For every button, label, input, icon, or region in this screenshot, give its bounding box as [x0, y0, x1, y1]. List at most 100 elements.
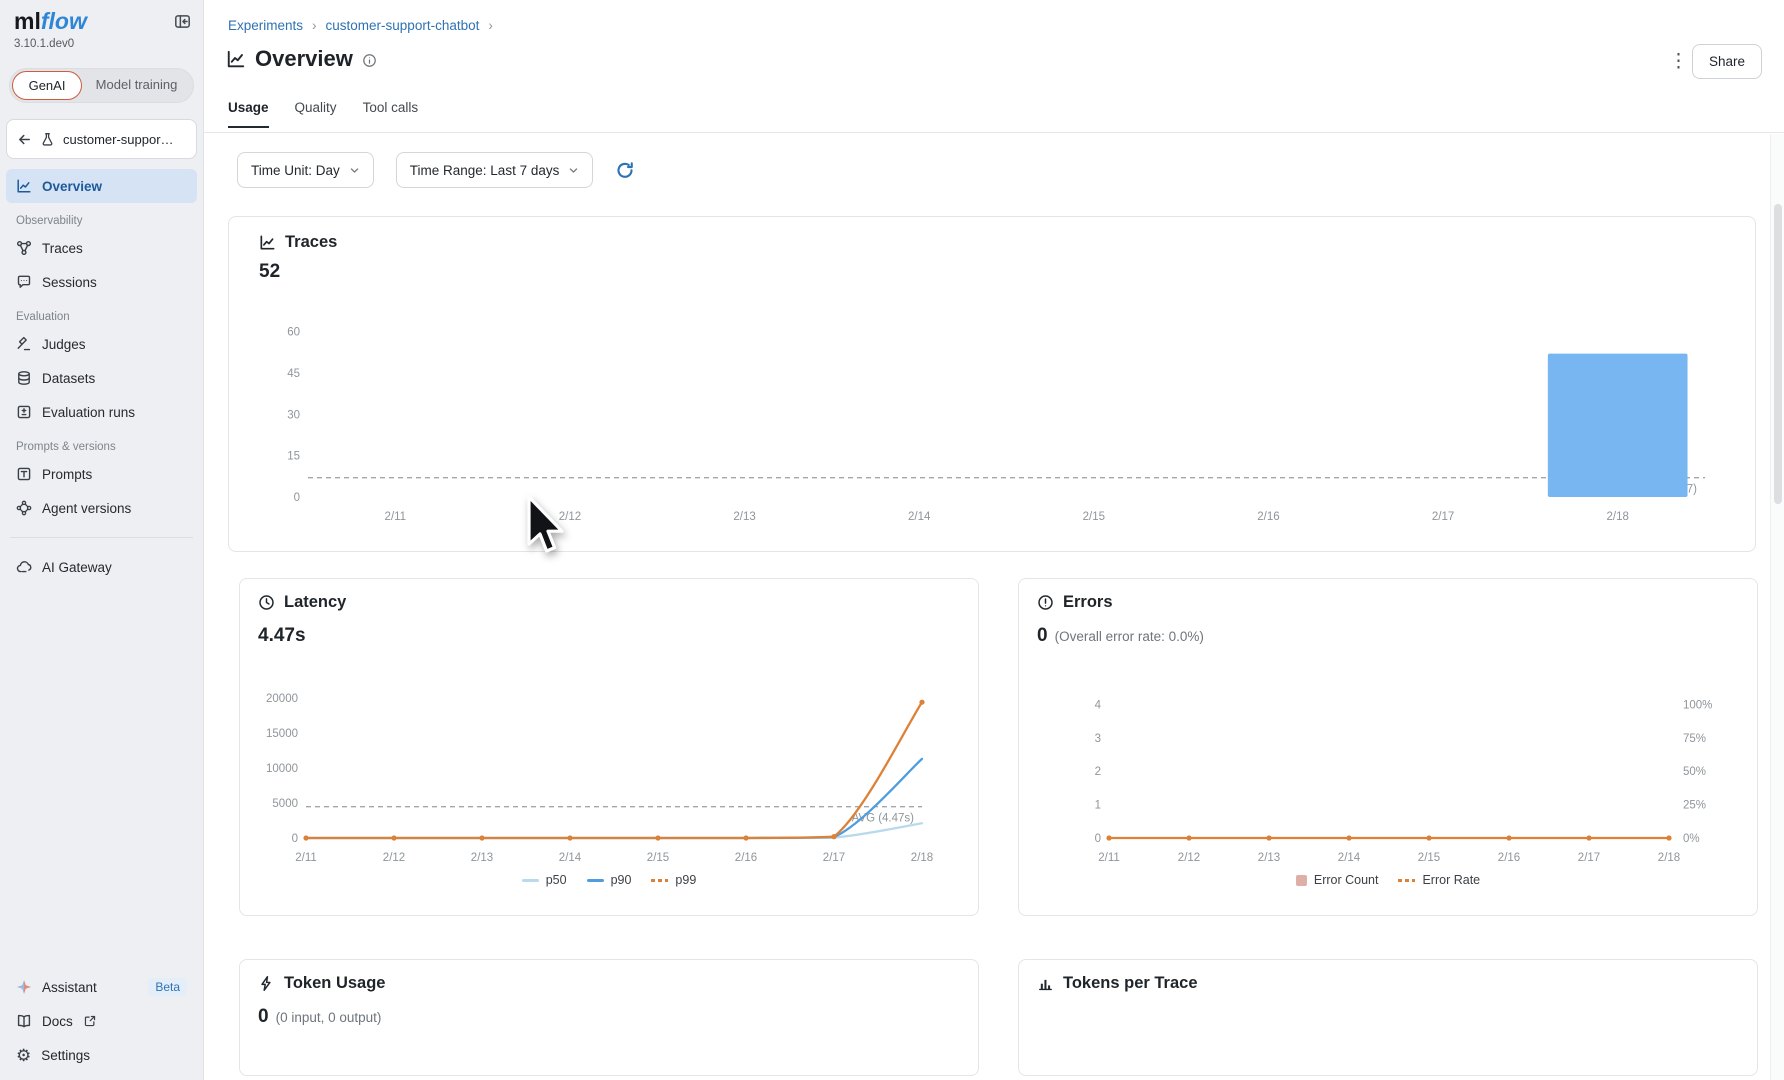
legend-item: Error Count: [1296, 873, 1379, 887]
svg-text:2/12: 2/12: [383, 852, 405, 864]
tokens-per-trace-card: Tokens per Trace: [1018, 959, 1758, 1076]
line-chart-icon: [226, 49, 246, 69]
cloud-gateway-icon: [16, 559, 32, 575]
refresh-button[interactable]: [615, 160, 635, 180]
sidebar-item-label: Judges: [42, 337, 86, 352]
svg-text:2/11: 2/11: [295, 852, 317, 864]
svg-text:0: 0: [1095, 833, 1101, 845]
svg-text:100%: 100%: [1683, 699, 1712, 711]
info-icon[interactable]: [362, 53, 377, 68]
share-button[interactable]: Share: [1692, 44, 1762, 79]
svg-text:2/11: 2/11: [385, 511, 407, 523]
traces-chart[interactable]: 0153045602/112/122/132/142/152/162/172/1…: [243, 291, 1743, 541]
sidebar-item-overview[interactable]: Overview: [6, 169, 197, 203]
external-link-icon: [83, 1014, 97, 1028]
sidebar-item-prompts[interactable]: Prompts: [6, 457, 197, 491]
line-chart-icon: [259, 234, 276, 251]
legend-label: p99: [675, 873, 696, 887]
alert-circle-icon: [1037, 594, 1054, 611]
svg-text:2/13: 2/13: [733, 511, 755, 523]
tab-usage[interactable]: Usage: [228, 100, 269, 128]
sidebar-item-docs[interactable]: Docs: [10, 1004, 193, 1038]
sidebar-item-ai-gateway[interactable]: AI Gateway: [6, 550, 197, 584]
svg-text:2/15: 2/15: [647, 852, 669, 864]
sidebar-item-sessions[interactable]: Sessions: [6, 265, 197, 299]
legend-label: p90: [611, 873, 632, 887]
sidebar-item-datasets[interactable]: Datasets: [6, 361, 197, 395]
mode-genai-button[interactable]: GenAI: [12, 71, 82, 100]
tabs-divider: [204, 132, 1784, 133]
svg-text:2/13: 2/13: [1258, 852, 1280, 864]
svg-text:2/17: 2/17: [823, 852, 845, 864]
latency-chart[interactable]: 050001000015000200002/112/122/132/142/15…: [250, 665, 960, 865]
metric-note: (0 input, 0 output): [276, 1010, 382, 1025]
card-title: Latency: [284, 593, 346, 612]
sidebar-item-label: Overview: [42, 179, 102, 194]
latency-legend: p50p90p99: [240, 873, 978, 887]
sidebar-item-label: Datasets: [42, 371, 95, 386]
card-title: Traces: [285, 233, 337, 252]
errors-card: Errors 0 (Overall error rate: 0.0%) 0123…: [1018, 578, 1758, 916]
sidebar-item-label: AI Gateway: [42, 560, 112, 575]
errors-chart[interactable]: 012340%25%50%75%100%2/112/122/132/142/15…: [1029, 665, 1739, 865]
clock-icon: [258, 594, 275, 611]
experiment-selector[interactable]: customer-suppor…: [6, 119, 197, 159]
mode-model-training-button[interactable]: Model training: [82, 71, 191, 100]
page-title: Overview: [255, 46, 353, 72]
svg-text:2/11: 2/11: [1098, 852, 1120, 864]
svg-text:2/14: 2/14: [559, 852, 582, 864]
svg-text:2/15: 2/15: [1418, 852, 1440, 864]
breadcrumb-link-experiment[interactable]: customer-support-chatbot: [326, 18, 480, 33]
gear-icon: ⚙: [16, 1047, 31, 1064]
svg-text:2/16: 2/16: [1257, 511, 1279, 523]
time-range-dropdown[interactable]: Time Range: Last 7 days: [396, 152, 594, 188]
legend-swatch: [1296, 875, 1307, 886]
svg-text:2: 2: [1095, 766, 1101, 778]
legend-swatch: [522, 879, 539, 882]
sidebar: mlflow 3.10.1.dev0 GenAI Model training …: [0, 0, 204, 1080]
scrollbar-track[interactable]: [1770, 134, 1784, 1080]
sidebar-item-assistant[interactable]: Assistant Beta: [10, 970, 193, 1004]
token-usage-card: Token Usage 0 (0 input, 0 output): [239, 959, 979, 1076]
metric-value: 4.47s: [258, 625, 306, 647]
svg-text:2/17: 2/17: [1432, 511, 1454, 523]
time-unit-dropdown[interactable]: Time Unit: Day: [237, 152, 374, 188]
svg-text:0: 0: [294, 492, 300, 504]
kebab-menu-button[interactable]: ⋮: [1669, 52, 1688, 71]
metric-note: (Overall error rate: 0.0%): [1055, 629, 1204, 644]
docs-label: Docs: [42, 1014, 73, 1029]
svg-text:2/14: 2/14: [908, 511, 931, 523]
sidebar-item-evaluation-runs[interactable]: Evaluation runs: [6, 395, 197, 429]
legend-swatch: [1398, 879, 1415, 882]
sidebar-item-traces[interactable]: Traces: [6, 231, 197, 265]
mode-toggle: GenAI Model training: [9, 68, 194, 103]
svg-text:4: 4: [1095, 699, 1102, 711]
tab-quality[interactable]: Quality: [295, 100, 337, 128]
scrollbar-thumb[interactable]: [1774, 204, 1782, 504]
svg-text:60: 60: [287, 327, 300, 339]
svg-text:10000: 10000: [266, 763, 298, 775]
legend-label: Error Rate: [1422, 873, 1480, 887]
latency-card: Latency 4.47s 050001000015000200002/112/…: [239, 578, 979, 916]
tab-tool-calls[interactable]: Tool calls: [363, 100, 419, 128]
chevron-down-icon: [349, 165, 360, 176]
back-arrow-icon[interactable]: [17, 132, 32, 147]
sidebar-divider: [10, 537, 193, 538]
sidebar-item-label: Prompts: [42, 467, 92, 482]
sidebar-item-agent-versions[interactable]: Agent versions: [6, 491, 197, 525]
sidebar-item-settings[interactable]: ⚙ Settings: [10, 1038, 193, 1072]
trace-route-icon: [16, 240, 32, 256]
card-title: Token Usage: [284, 974, 385, 993]
svg-text:0: 0: [292, 833, 298, 845]
svg-text:2/12: 2/12: [559, 511, 581, 523]
tab-bar: Usage Quality Tool calls: [228, 100, 418, 128]
legend-item: p99: [651, 873, 696, 887]
svg-text:1: 1: [1095, 800, 1101, 812]
plus-minus-box-icon: [16, 404, 32, 420]
metric-value: 0: [258, 1006, 269, 1028]
svg-text:2/14: 2/14: [1338, 852, 1361, 864]
sidebar-item-judges[interactable]: Judges: [6, 327, 197, 361]
collapse-sidebar-icon[interactable]: [174, 13, 191, 30]
card-title: Errors: [1063, 593, 1113, 612]
breadcrumb-link-experiments[interactable]: Experiments: [228, 18, 303, 33]
